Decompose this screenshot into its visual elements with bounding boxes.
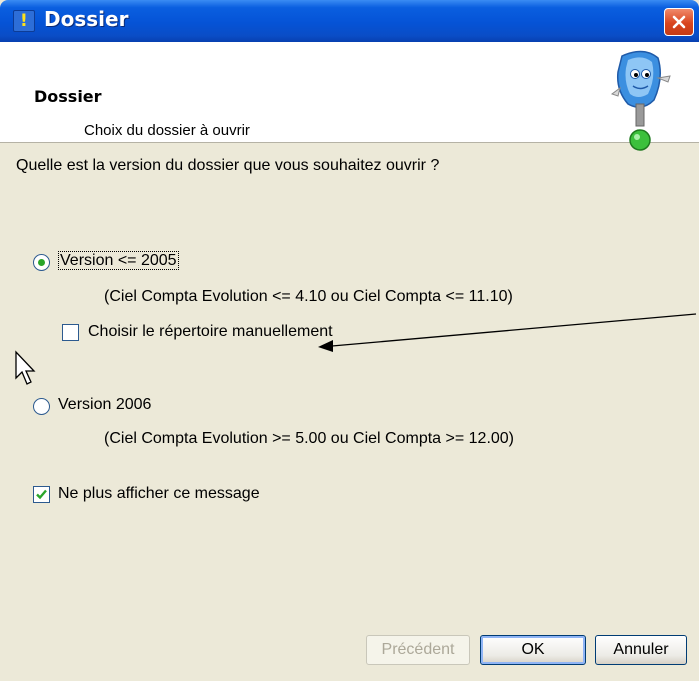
version-2006-hint: (Ciel Compta Evolution >= 5.00 ou Ciel C… [104, 430, 515, 447]
radio-version-2005-label[interactable]: Version <= 2005 [58, 251, 179, 270]
checkbox-no-show[interactable] [33, 486, 50, 503]
radio-version-2006-label[interactable]: Version 2006 [58, 396, 151, 414]
ok-button[interactable]: OK [480, 635, 586, 665]
checkbox-manual-directory-label[interactable]: Choisir le répertoire manuellement [88, 323, 333, 341]
cancel-button[interactable]: Annuler [595, 635, 687, 665]
previous-button[interactable]: Précédent [366, 635, 470, 665]
help-doc-icon: ! [13, 10, 35, 32]
close-icon [672, 15, 686, 29]
checkmark-icon [36, 489, 47, 500]
dossier-dialog: ! Dossier Dossier Choix du dossier à ouv… [0, 0, 699, 681]
header-title: Dossier [34, 87, 102, 106]
window-title: Dossier [44, 7, 129, 31]
checkbox-no-show-label[interactable]: Ne plus afficher ce message [58, 485, 260, 503]
close-button[interactable] [664, 8, 694, 36]
title-bar[interactable]: ! Dossier [0, 0, 699, 42]
radio-version-2006[interactable] [33, 398, 50, 415]
radio-version-2005[interactable] [33, 254, 50, 271]
question-text: Quelle est la version du dossier que vou… [16, 157, 440, 174]
version-2005-hint: (Ciel Compta Evolution <= 4.10 ou Ciel C… [104, 288, 513, 305]
ciel-mascot-icon [610, 50, 671, 151]
checkbox-manual-directory[interactable] [62, 324, 79, 341]
header-subtitle: Choix du dossier à ouvrir [84, 122, 250, 139]
